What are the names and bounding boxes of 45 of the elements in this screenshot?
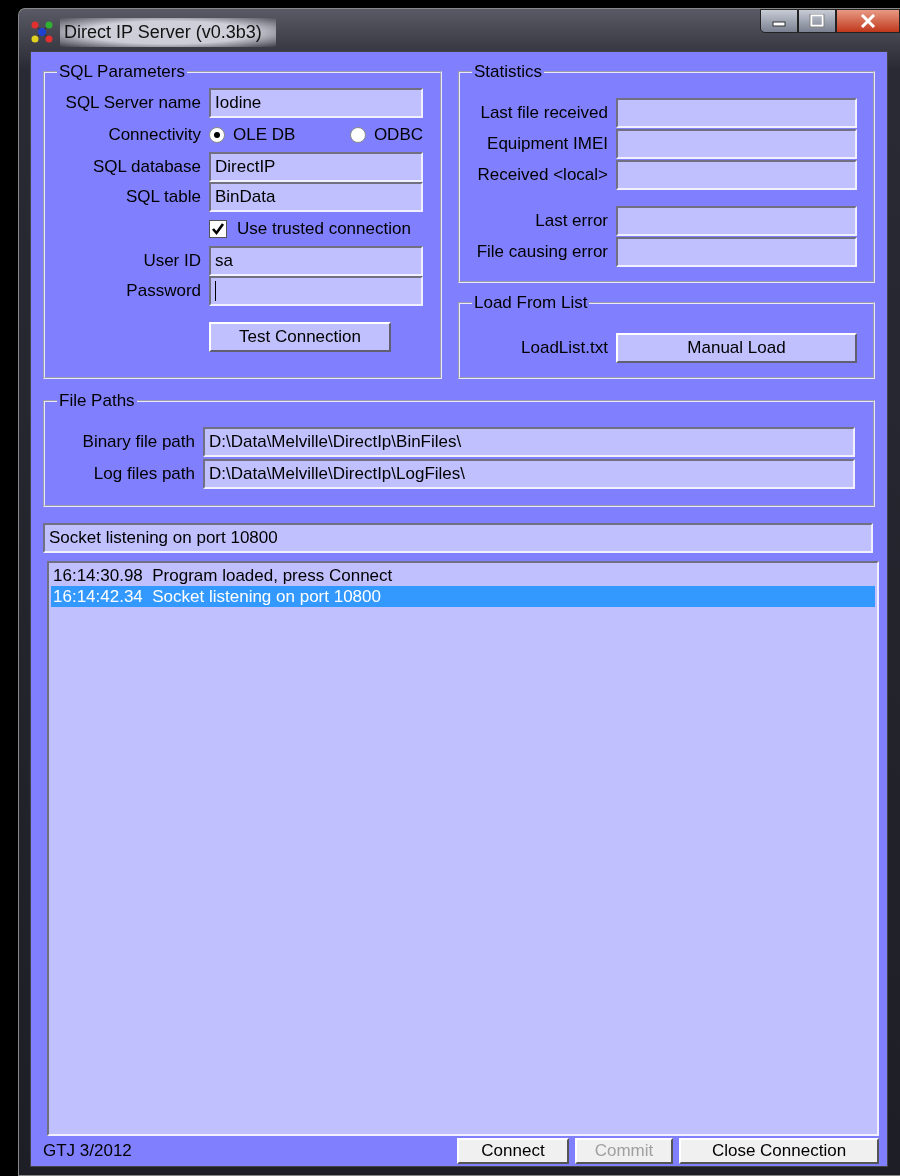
field-label: SQL table <box>125 187 201 207</box>
file-name-label: LoadList.txt <box>520 338 608 358</box>
radio-label: OLE DB <box>233 125 296 145</box>
status-field: Socket listening on port 10800 <box>43 523 873 553</box>
group-title: Load From List <box>473 293 589 313</box>
server-name-field[interactable]: Iodine <box>209 88 423 118</box>
table-field[interactable]: BinData <box>209 182 423 212</box>
close-button[interactable] <box>836 9 900 33</box>
field-label: Received <local> <box>476 165 608 185</box>
path-field[interactable]: D:\Data\Melville\DirectIp\BinFiles\ <box>203 427 855 457</box>
path-field[interactable]: D:\Data\Melville\DirectIp\LogFiles\ <box>203 459 855 489</box>
window-title: Direct IP Server (v0.3b3) <box>60 17 276 47</box>
radio-button[interactable] <box>209 127 225 143</box>
field-label: Last file received <box>479 103 608 123</box>
field-label: Log files path <box>92 464 195 484</box>
field-label: Last error <box>534 211 608 231</box>
field-label: Connectivity <box>107 125 201 145</box>
checkbox-label: Use trusted connection <box>237 219 411 239</box>
maximize-button[interactable] <box>798 9 836 33</box>
user-id-field[interactable]: sa <box>209 246 423 276</box>
maximize-icon <box>809 14 825 28</box>
footer-button[interactable]: Connect <box>457 1138 569 1164</box>
field-label: Password <box>125 281 201 301</box>
field-label: Equipment IMEI <box>486 134 608 154</box>
radio-button[interactable] <box>349 127 366 143</box>
manual-load-button[interactable]: Manual Load <box>616 333 857 363</box>
password-field[interactable] <box>209 276 423 306</box>
field-label: Binary file path <box>81 432 195 452</box>
test-connection-button[interactable]: Test Connection <box>209 322 391 352</box>
field-label: User ID <box>142 251 201 271</box>
molecule-icon <box>30 20 54 44</box>
version-text: GTJ 3/2012 <box>43 1141 132 1161</box>
database-field[interactable]: DirectIP <box>209 152 423 182</box>
log-entry[interactable]: 16:14:30.98 Program loaded, press Connect <box>51 565 875 586</box>
checkbox[interactable] <box>209 220 227 238</box>
field-label: SQL database <box>91 157 201 177</box>
group-title: SQL Parameters <box>58 62 186 82</box>
close-icon <box>859 14 877 28</box>
field-label: SQL Server name <box>64 93 201 113</box>
footer-button[interactable]: Close Connection <box>679 1138 879 1164</box>
group-title: File Paths <box>58 391 136 411</box>
radio-label: ODBC <box>373 125 423 145</box>
group-title: Statistics <box>473 62 544 82</box>
minimize-button[interactable] <box>760 9 798 33</box>
field-label: File causing error <box>475 242 608 262</box>
